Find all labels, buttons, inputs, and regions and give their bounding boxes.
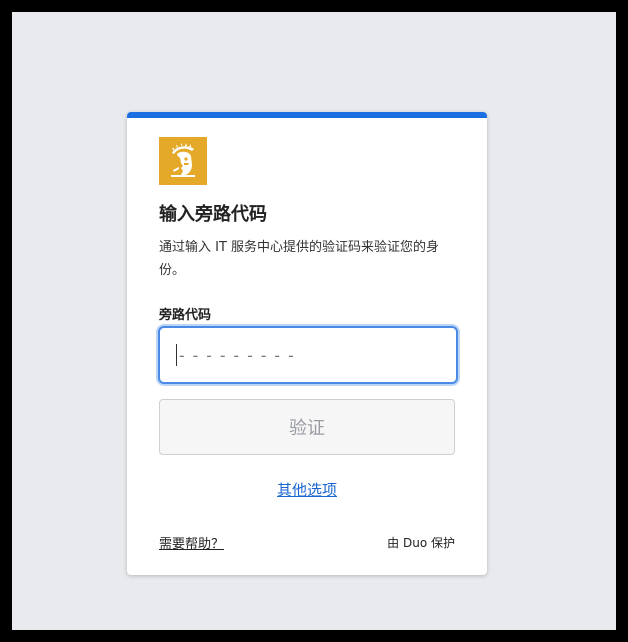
help-link[interactable]: 需要帮助？ — [159, 533, 224, 552]
verify-button[interactable]: 验证 — [159, 399, 455, 455]
other-options: 其他选项 — [127, 479, 487, 500]
secured-by-duo: 由 Duo 保护 — [387, 536, 455, 550]
bypass-code-field[interactable] — [158, 326, 458, 384]
bypass-code-label: 旁路代码 — [159, 308, 212, 323]
text-caret — [176, 344, 177, 366]
screen-background: 输入旁路代码 通过输入 IT 服务中心提供的验证码来验证您的身份。 旁路代码 验… — [12, 12, 616, 630]
page-description: 通过输入 IT 服务中心提供的验证码来验证您的身份。 — [159, 240, 440, 278]
accent-bar — [127, 112, 487, 118]
page-title: 输入旁路代码 — [159, 204, 267, 225]
spartan-helmet-icon — [159, 137, 207, 185]
bypass-code-input[interactable] — [160, 328, 456, 382]
other-options-link[interactable]: 其他选项 — [277, 481, 337, 499]
login-card: 输入旁路代码 通过输入 IT 服务中心提供的验证码来验证您的身份。 旁路代码 验… — [127, 112, 487, 575]
